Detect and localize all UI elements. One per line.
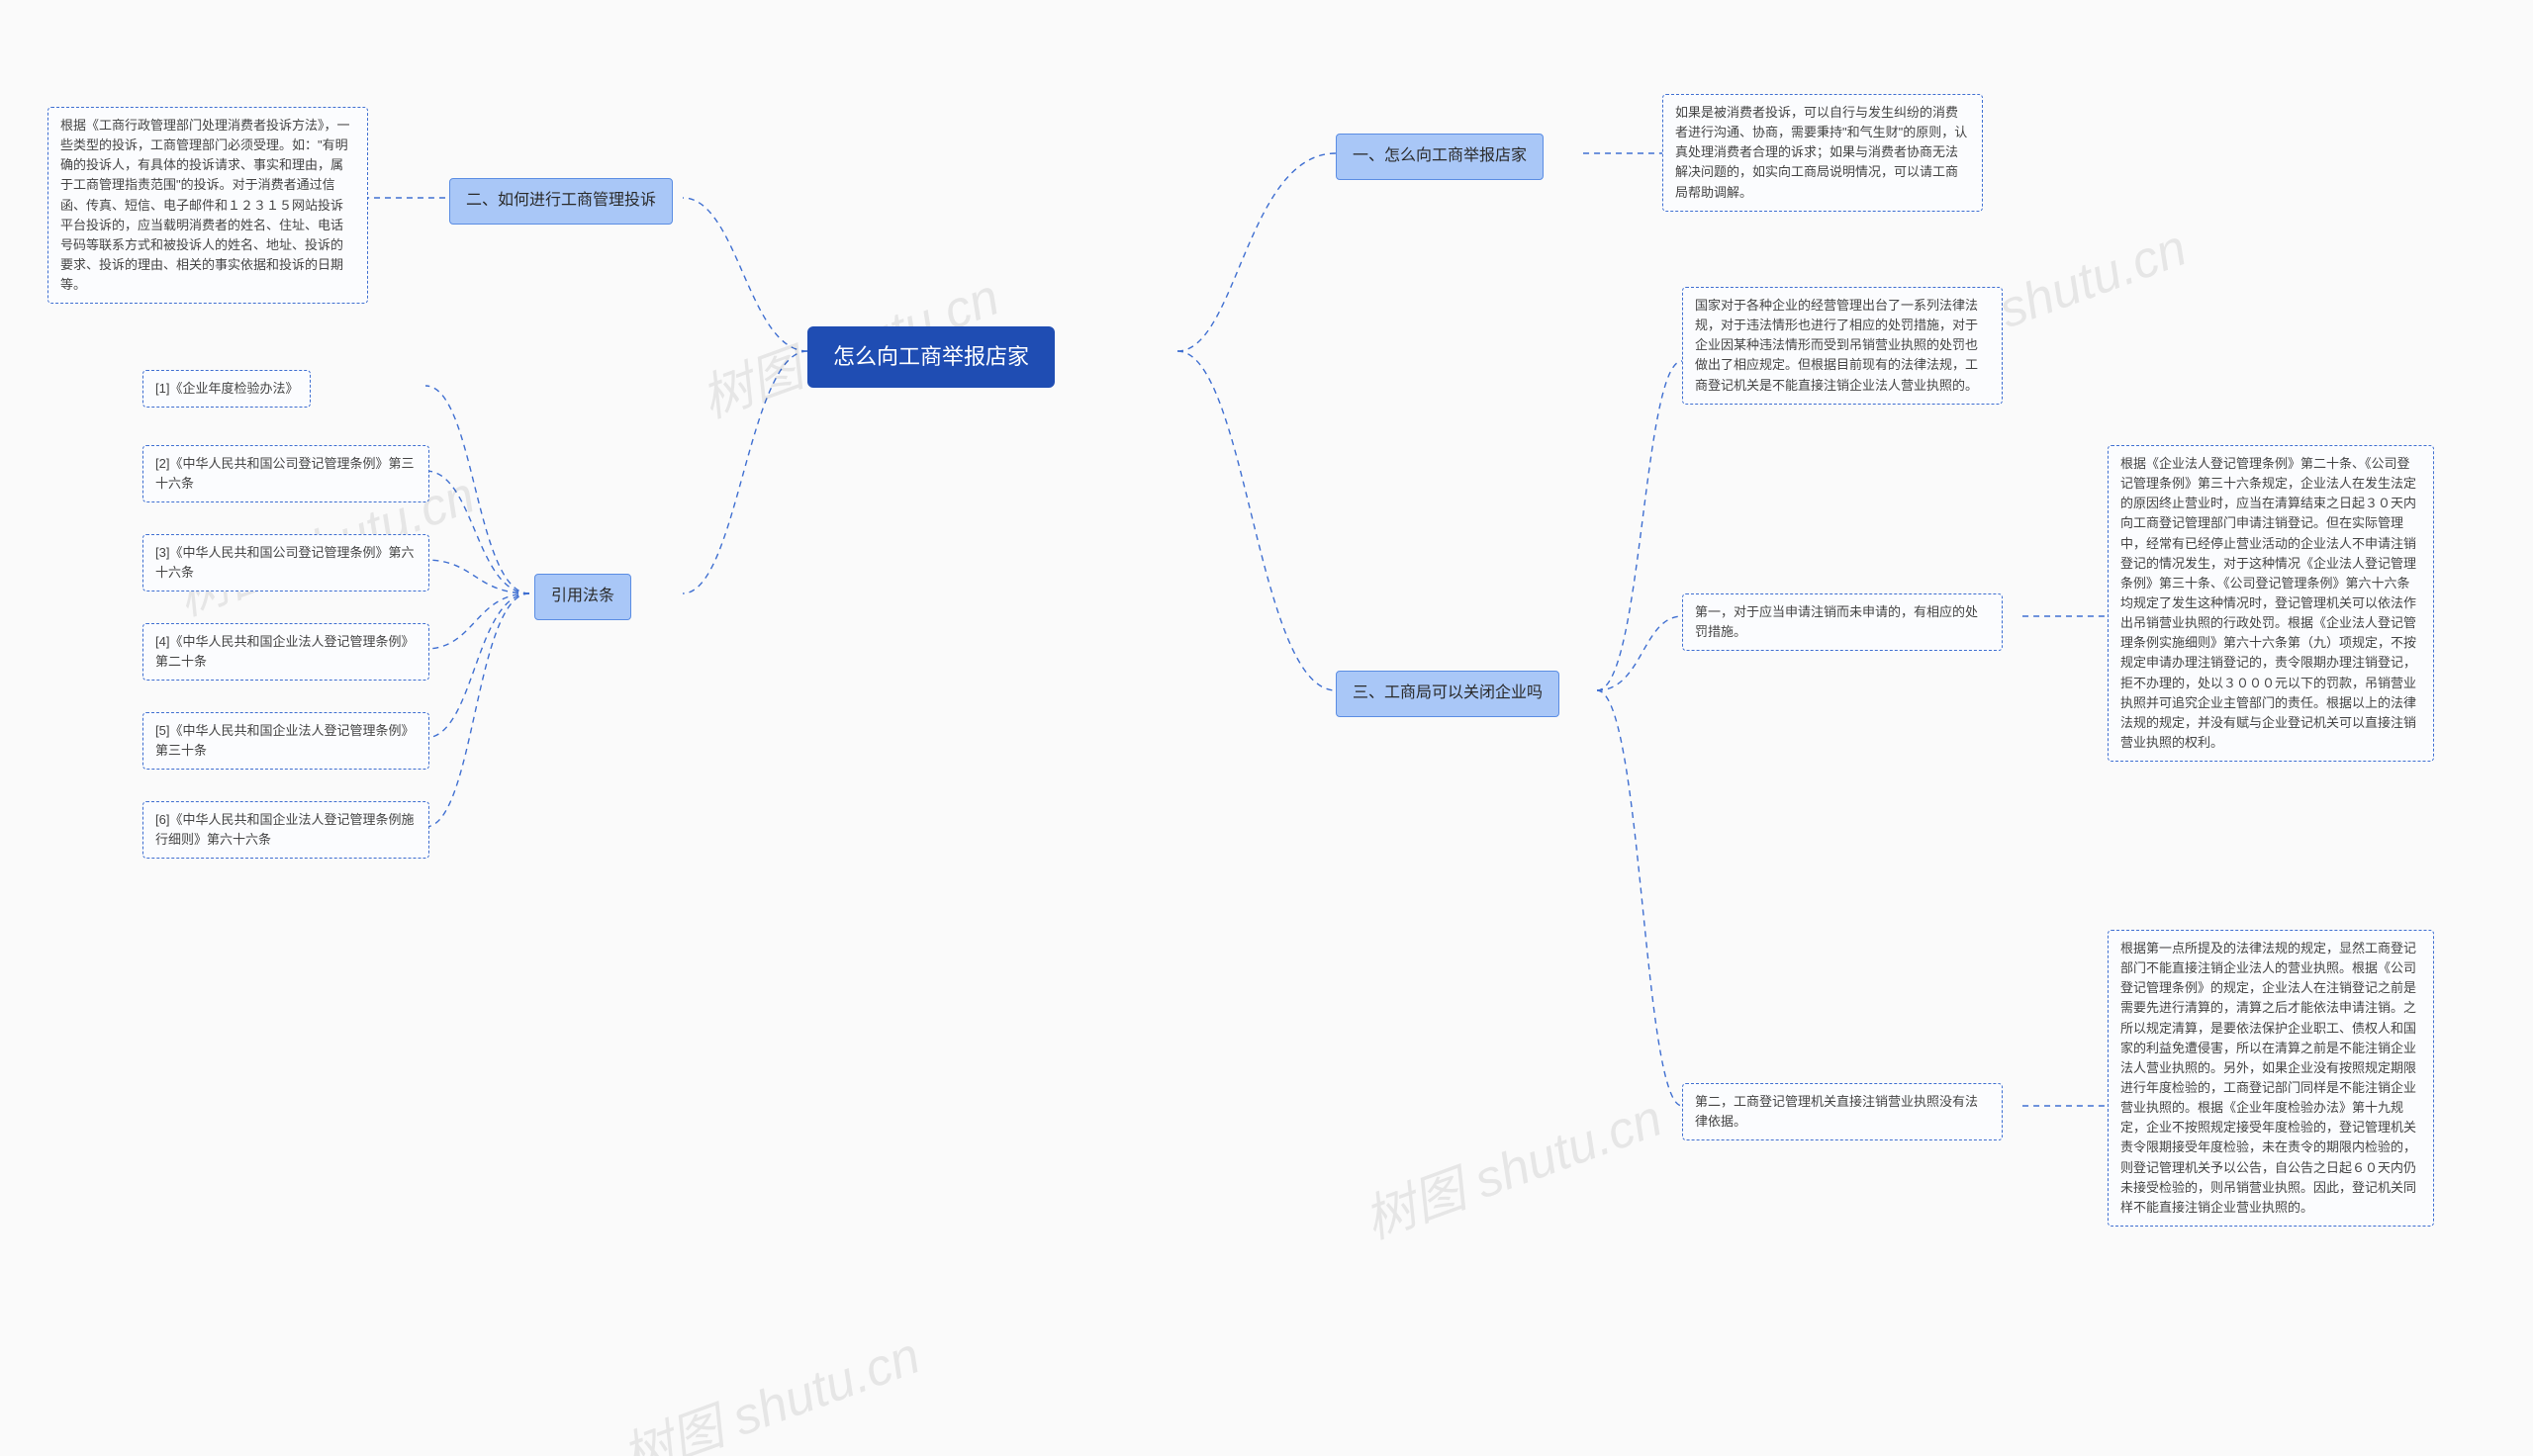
ref-item-1: [1]《企业年度检验办法》 [142, 370, 311, 408]
ref-item-5: [5]《中华人民共和国企业法人登记管理条例》第三十条 [142, 712, 429, 770]
ref-item-4: [4]《中华人民共和国企业法人登记管理条例》第二十条 [142, 623, 429, 681]
center-node[interactable]: 怎么向工商举报店家 [807, 326, 1055, 388]
leaf-b3-mid-a: 国家对于各种企业的经营管理出台了一系列法律法规，对于违法情形也进行了相应的处罚措… [1682, 287, 2003, 405]
leaf-b3-mid-c: 第二，工商登记管理机关直接注销营业执照没有法律依据。 [1682, 1083, 2003, 1140]
leaf-b1: 如果是被消费者投诉，可以自行与发生纠纷的消费者进行沟通、协商，需要秉持"和气生财… [1662, 94, 1983, 212]
mindmap-canvas: 树图 shutu.cn 树图 shutu.cn 树图 shutu.cn 树图 s… [0, 0, 2533, 1456]
leaf-b3-far-c: 根据第一点所提及的法律法规的规定，显然工商登记部门不能直接注销企业法人的营业执照… [2108, 930, 2434, 1227]
branch-ref[interactable]: 引用法条 [534, 574, 631, 620]
leaf-b3-mid-b: 第一，对于应当申请注销而未申请的，有相应的处罚措施。 [1682, 593, 2003, 651]
leaf-b3-far-b: 根据《企业法人登记管理条例》第二十条、《公司登记管理条例》第三十六条规定，企业法… [2108, 445, 2434, 762]
ref-item-3: [3]《中华人民共和国公司登记管理条例》第六十六条 [142, 534, 429, 592]
branch-1[interactable]: 一、怎么向工商举报店家 [1336, 134, 1544, 180]
watermark: 树图 shutu.cn [610, 1314, 929, 1456]
ref-item-6: [6]《中华人民共和国企业法人登记管理条例施行细则》第六十六条 [142, 801, 429, 859]
ref-item-2: [2]《中华人民共和国公司登记管理条例》第三十六条 [142, 445, 429, 502]
branch-2[interactable]: 二、如何进行工商管理投诉 [449, 178, 673, 225]
watermark: 树图 shutu.cn [1353, 1076, 1671, 1252]
branch-3[interactable]: 三、工商局可以关闭企业吗 [1336, 671, 1559, 717]
leaf-b2: 根据《工商行政管理部门处理消费者投诉方法》，一些类型的投诉，工商管理部门必须受理… [47, 107, 368, 304]
